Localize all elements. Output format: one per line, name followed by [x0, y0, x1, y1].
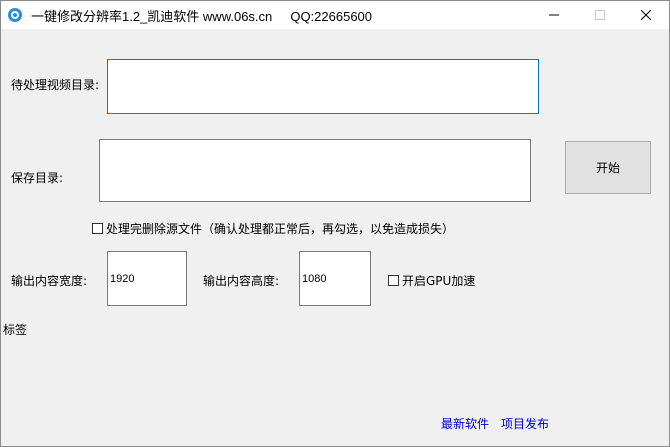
app-logo-icon: [8, 8, 22, 22]
delete-source-label: 处理完删除源文件（确认处理都正常后，再勾选，以免造成损失）: [106, 222, 455, 236]
width-label: 输出内容宽度:: [11, 274, 88, 288]
height-label: 输出内容高度:: [203, 274, 280, 288]
width-input[interactable]: 1920: [107, 251, 187, 306]
input-dir-field[interactable]: [107, 59, 539, 114]
maximize-icon: [595, 10, 605, 20]
minimize-icon: [549, 14, 559, 16]
close-button[interactable]: [623, 1, 669, 29]
project-release-link[interactable]: 项目发布: [501, 415, 549, 432]
input-dir-label: 待处理视频目录:: [11, 78, 100, 92]
delete-source-checkbox[interactable]: 处理完删除源文件（确认处理都正常后，再勾选，以免造成损失）: [92, 220, 454, 237]
gpu-label: 开启GPU加速: [402, 274, 476, 288]
start-button[interactable]: 开始: [565, 141, 651, 194]
checkbox-box[interactable]: [92, 223, 103, 234]
title-bar: 一键修改分辨率1.2_凯迪软件 www.06s.cn QQ:22665600: [1, 1, 669, 29]
close-icon: [641, 10, 651, 20]
minimize-button[interactable]: [531, 1, 577, 29]
app-window: 一键修改分辨率1.2_凯迪软件 www.06s.cn QQ:22665600 待…: [0, 0, 670, 447]
new-software-link[interactable]: 最新软件: [441, 415, 489, 432]
maximize-button[interactable]: [577, 1, 623, 29]
tag-label: 标签: [3, 323, 28, 337]
window-title: 一键修改分辨率1.2_凯迪软件 www.06s.cn QQ:22665600: [31, 9, 373, 24]
save-dir-label: 保存目录:: [11, 171, 64, 185]
gpu-checkbox[interactable]: 开启GPU加速: [388, 272, 475, 289]
save-dir-field[interactable]: [99, 139, 531, 202]
checkbox-box[interactable]: [388, 275, 399, 286]
height-input[interactable]: 1080: [299, 251, 371, 306]
